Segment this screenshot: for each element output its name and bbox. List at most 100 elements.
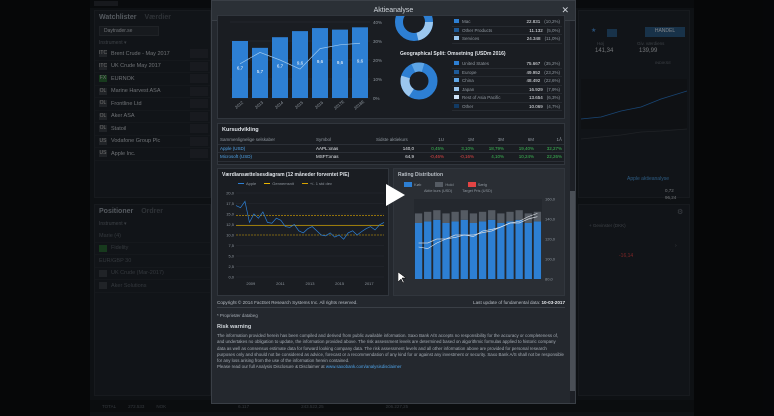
rating-buy-bar (524, 223, 532, 279)
y-tick-label: 15,0 (226, 212, 235, 217)
pe-chart-card: Værdiansættelsesdiagram (12 måneder forv… (217, 168, 389, 296)
rating-hold-bar (442, 213, 450, 223)
bar-value-label: 5,7 (257, 69, 264, 74)
y-tick-label: 100,0 (545, 257, 556, 262)
x-tick-label: 2017E (333, 99, 346, 111)
y-tick-label: 20,0 (226, 191, 235, 196)
play-icon[interactable] (386, 184, 405, 206)
disclaimer-link[interactable]: www.saxobank.com/analysisdisclaimer (326, 364, 402, 369)
y-tick-label: 10,0 (226, 233, 235, 238)
axis-tick-label: 0% (373, 96, 380, 101)
risk-link-line: Please read our full Analysis Disclosure… (217, 364, 402, 370)
y-tick-label: 2,5 (228, 264, 234, 269)
legend-item: Apple (238, 181, 256, 186)
y-tick-label: 0,0 (228, 275, 234, 280)
x-tick-label: 2013 (306, 281, 316, 286)
geo-row: Rest of Asia Pacific 13.654 (6,3%) (452, 94, 562, 103)
copyright-text: Copyright © 2014 FactSet Research System… (217, 300, 358, 305)
rating-chart-title: Rating Distribution (398, 172, 443, 178)
bar-value-label: 9,6 (357, 59, 364, 64)
rating-buy-bar (433, 219, 441, 279)
rating-hold-bar (424, 211, 432, 222)
rating-hold-bar (515, 210, 523, 220)
y-tick-label: 12,5 (226, 222, 235, 227)
axis-tick-label: 40% (373, 20, 382, 25)
axis-tick-label: 10% (373, 77, 382, 82)
x-tick-label: 2012 (234, 100, 245, 110)
scrollbar-thumb[interactable] (570, 191, 575, 391)
y-tick-label: 17,5 (226, 201, 235, 206)
proprietary-note: * Proprietær databeg (217, 313, 258, 318)
bar-value-label: 6,7 (237, 66, 244, 71)
disclaimer-section: Copyright © 2014 FactSet Research System… (217, 300, 565, 370)
rating-hold-bar (497, 213, 505, 223)
geo-split-title: Geographical Split: Omsetning (USDm 2016… (400, 51, 506, 57)
bar-value-label: 9,6 (317, 59, 324, 64)
rating-buy-bar (515, 219, 523, 279)
x-tick-label: 2014 (274, 100, 285, 110)
rating-buy-bar (451, 221, 459, 279)
performance-card: Kursudvikling Sammenlignelige selskaber … (217, 123, 565, 165)
performance-row: Microsoft (USD) MSFT:xnas 64,9 -0,46% -0… (218, 153, 564, 162)
breakdown-row: Other Products 11.132 (5,0%) (452, 27, 562, 35)
rating-hold-bar (488, 210, 496, 220)
pe-chart-title: Værdiansættelsesdiagram (12 måneder forv… (222, 172, 350, 178)
company-link[interactable]: Microsoft (USD) (218, 154, 314, 159)
x-tick-label: 2015 (294, 100, 305, 110)
modal-scrollbar[interactable] (570, 21, 575, 403)
legend-item: Gennemsnit (264, 181, 294, 186)
rating-buy-bar (414, 223, 423, 279)
geo-row: Europe 49.952 (23,2%) (452, 69, 562, 77)
pe-line (235, 200, 385, 240)
rating-hold-bar (414, 213, 423, 223)
legend-item: Sælg (467, 182, 487, 188)
revenue-bar-chart: 40% 30% 20% 10% 0% 6,7 2012 5,7 2013 6,7 2014 9,6 20… (230, 20, 382, 111)
geo-row: Other 10.069 (4,7%) (452, 103, 562, 111)
risk-warning-title: Risk warning (217, 324, 252, 331)
rating-buy-bar (424, 221, 432, 279)
x-tick-label: 2011 (276, 281, 285, 286)
rating-chart-card: Rating Distribution Køb Hold Sælg Aktie … (393, 168, 565, 296)
y-tick-label: 140,0 (545, 217, 556, 222)
geo-breakdown-list: United States 75.667 (35,2%) Europe 49.952(… (452, 60, 562, 111)
legend-item: Køb (404, 182, 421, 188)
pe-legend: Apple Gennemsnit +/- 1 std dev (218, 181, 388, 186)
axis-tick-label: 30% (373, 39, 382, 44)
y-tick-label: 5,0 (228, 254, 234, 259)
x-tick-label: 2013 (254, 100, 265, 110)
x-tick-label: 2016 (314, 100, 325, 110)
geo-row: China 48.492 (22,6%) (452, 77, 562, 86)
stock-analysis-modal: Aktieanalyse ✕ 40% 30% 20% 10% 0% 6,7 2012 5,7 2… (211, 0, 576, 404)
rating-hold-bar (460, 210, 468, 220)
rating-buy-bar (478, 221, 487, 279)
rating-hold-bar (478, 211, 487, 222)
y-tick-label: 120,0 (545, 237, 556, 242)
breakdown-row: Services 24.348 (11,0%) (452, 35, 562, 44)
risk-warning-text: The information provided herein has been… (217, 333, 564, 364)
rating-buy-bar (506, 221, 514, 279)
company-link[interactable]: Apple (USD) (218, 146, 314, 151)
y-tick-label: 80,0 (545, 277, 554, 282)
rating-hold-bar (506, 211, 514, 222)
revenue-breakdown-list: Mac 22.831 (10,2%) Other Products 11.132 (5,… (452, 18, 562, 44)
x-tick-label: 2015 (335, 281, 345, 286)
x-tick-label: 2018E (353, 99, 366, 111)
performance-title: Kursudvikling (222, 127, 259, 133)
rating-buy-bar (469, 223, 478, 279)
legend-item: Hold (435, 182, 454, 188)
revenue-donut-chart (395, 16, 433, 41)
modal-title: Aktieanalyse (373, 7, 414, 14)
bar-value-label: 9,6 (297, 61, 304, 66)
x-tick-label: 2009 (246, 281, 256, 286)
rating-bar-chart: 160,0 140,0 120,0 100,0 80,0 (414, 197, 556, 282)
performance-header-row: Sammenlignelige selskaber Symbol Sidste … (218, 136, 564, 145)
revenue-card: 40% 30% 20% 10% 0% 6,7 2012 5,7 2013 6,7 2014 9,6 20… (217, 15, 565, 119)
axis-tick-label: 20% (373, 58, 382, 63)
y-tick-label: 160,0 (545, 197, 556, 202)
rating-buy-bar (442, 223, 450, 279)
geo-row: Japan 16.929 (7,9%) (452, 86, 562, 94)
rating-legend: Køb Hold Sælg (394, 181, 564, 188)
rating-hold-bar (433, 210, 441, 220)
y-tick-label: 7,5 (228, 243, 234, 248)
geo-row: United States 75.667 (35,2%) (452, 60, 562, 69)
